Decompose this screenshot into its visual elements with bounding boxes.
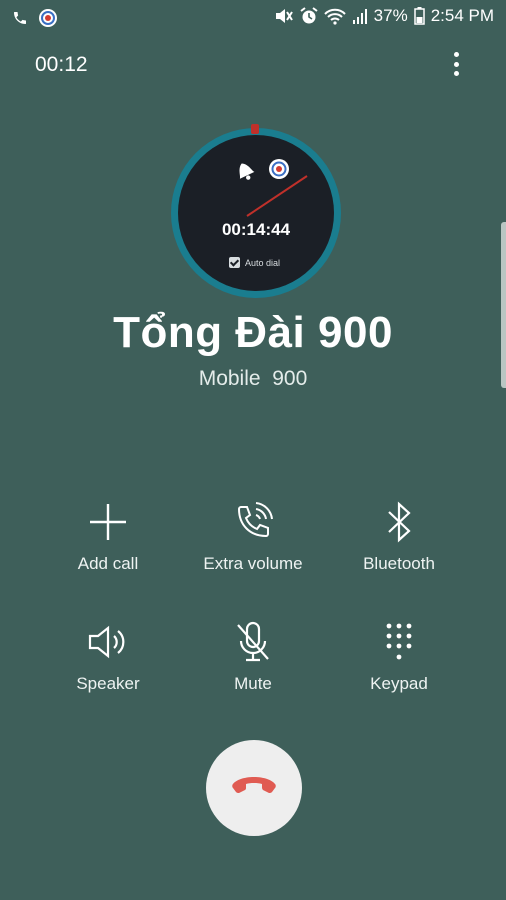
- extra-volume-button[interactable]: Extra volume: [178, 500, 328, 574]
- app-notification-icon: [38, 8, 58, 28]
- contact-name: Tổng Đài 900: [113, 308, 393, 357]
- auto-dial-toggle[interactable]: Auto dial: [229, 257, 280, 268]
- speaker-label: Speaker: [76, 674, 140, 693]
- alarm-icon: [300, 7, 318, 25]
- app-icon: [269, 159, 289, 179]
- auto-dial-label: Auto dial: [245, 257, 281, 268]
- plus-icon: [33, 500, 183, 544]
- mute-label: Mute: [234, 674, 272, 693]
- status-time: 2:54 PM: [430, 6, 494, 25]
- contact-number: Mobile 900: [198, 367, 308, 390]
- status-bar: 37% 2:54 PM: [0, 0, 506, 36]
- end-call-button[interactable]: [206, 740, 302, 836]
- battery-percent: 37%: [373, 6, 408, 25]
- add-call-button[interactable]: Add call: [33, 500, 183, 574]
- status-bar-left: [12, 8, 58, 28]
- call-duration: 00:12: [35, 53, 88, 76]
- phone-icon: [12, 10, 28, 26]
- mic-off-icon: [178, 620, 328, 664]
- mute-icon: [274, 7, 294, 25]
- hang-up-icon: [231, 774, 277, 803]
- status-bar-right: 37% 2:54 PM: [274, 6, 494, 26]
- add-call-label: Add call: [77, 554, 139, 573]
- contact-avatar-widget: 00:14:44 Auto dial: [171, 124, 341, 298]
- phone-volume-icon: [178, 500, 328, 544]
- bluetooth-label: Bluetooth: [363, 554, 435, 573]
- more-options-button[interactable]: [444, 50, 468, 78]
- side-panel-handle[interactable]: [501, 222, 506, 388]
- bluetooth-icon: [324, 500, 474, 544]
- extra-volume-label: Extra volume: [203, 554, 303, 573]
- dial-hand: [246, 175, 308, 217]
- widget-timer: 00:14:44: [221, 220, 291, 239]
- widget-graphics: [239, 159, 308, 217]
- keypad-button[interactable]: Keypad: [324, 620, 474, 694]
- more-options-icon: [453, 52, 459, 57]
- mute-button[interactable]: Mute: [178, 620, 328, 694]
- battery-icon: [413, 7, 425, 25]
- bell-icon: [239, 163, 255, 180]
- speaker-button[interactable]: Speaker: [33, 620, 183, 694]
- bluetooth-button[interactable]: Bluetooth: [324, 500, 474, 574]
- signal-icon: [352, 8, 368, 24]
- speaker-icon: [33, 620, 183, 664]
- wifi-icon: [323, 7, 346, 25]
- keypad-icon: [324, 620, 474, 664]
- keypad-label: Keypad: [370, 674, 428, 693]
- auto-dial-checkbox[interactable]: [229, 257, 240, 268]
